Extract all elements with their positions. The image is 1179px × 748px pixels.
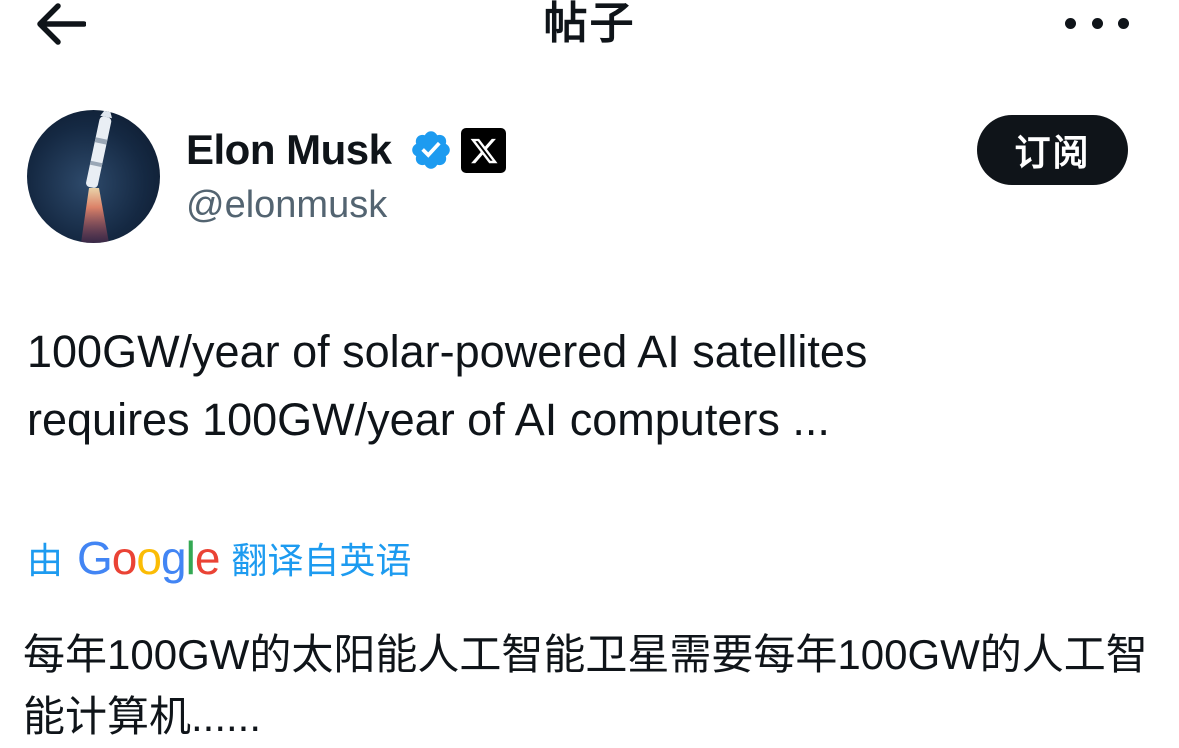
more-options-button[interactable] [1065, 2, 1129, 44]
translated-by-prefix: 由 [27, 540, 64, 581]
verified-badge-icon [412, 131, 450, 169]
translated-by-link[interactable]: 由 Google 翻译自英语 [27, 528, 411, 588]
translated-text: 每年100GW的太阳能人工智能卫星需要每年100GW的人工智能计算机...... [23, 631, 1148, 740]
x-logo-icon [461, 128, 506, 173]
google-logo: Google [77, 532, 220, 584]
avatar[interactable] [27, 110, 160, 243]
rocket-launch-avatar [81, 110, 113, 243]
author-name[interactable]: Elon Musk [186, 124, 392, 176]
translated-by-suffix: 翻译自英语 [231, 540, 412, 581]
author-handle[interactable]: @elonmusk [186, 182, 387, 228]
more-horizontal-icon [1065, 17, 1076, 29]
page-title: 帖子 [543, 0, 636, 48]
tweet-text: 100GW/year of solar-powered AI satellite… [27, 326, 868, 445]
subscribe-button[interactable]: 订阅 [977, 115, 1128, 185]
